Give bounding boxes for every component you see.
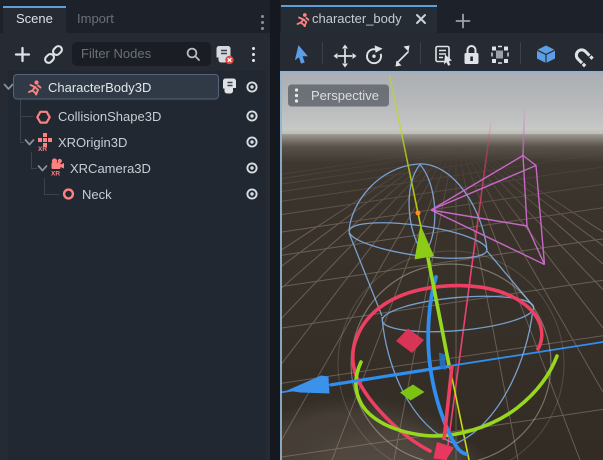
svg-text:XR: XR <box>38 146 47 153</box>
svg-text:Perspective: Perspective <box>311 88 379 103</box>
svg-text:XR: XR <box>51 171 60 178</box>
